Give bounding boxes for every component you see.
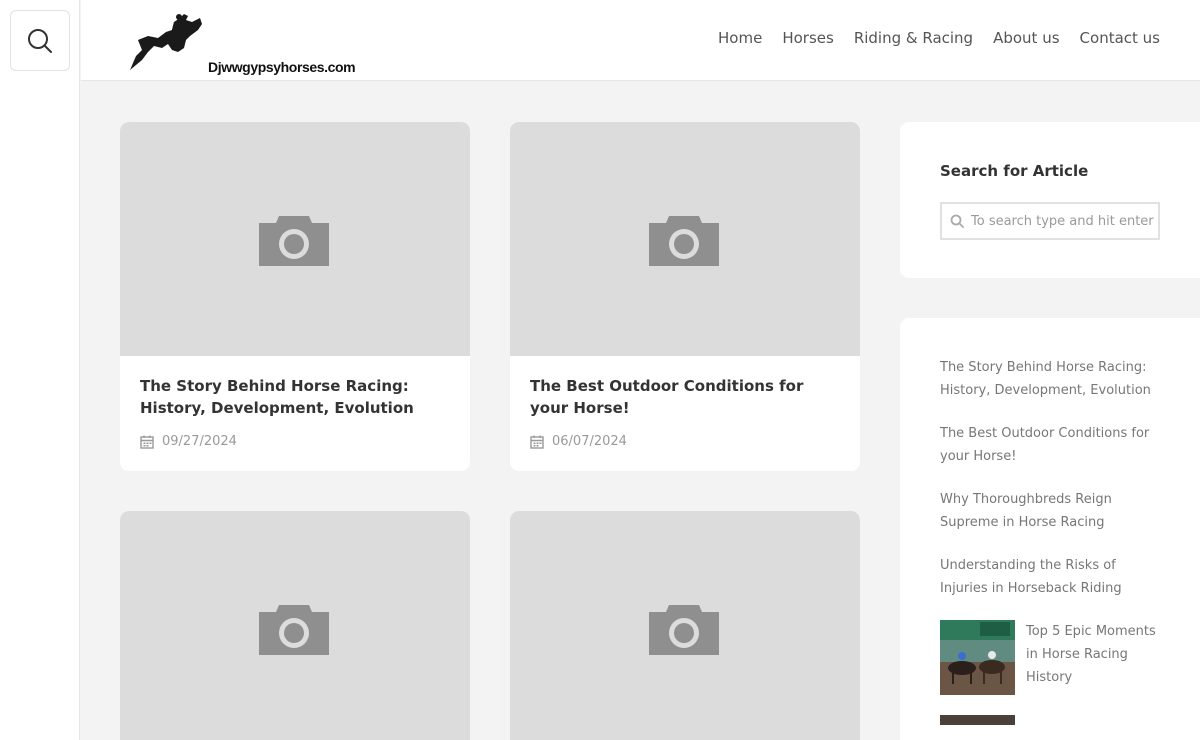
camera-icon	[649, 605, 719, 655]
nav-item-contact-us[interactable]: Contact us	[1080, 28, 1160, 48]
calendar-icon	[140, 435, 154, 449]
calendar-icon	[530, 435, 544, 449]
horse-racing-photo	[940, 620, 1015, 695]
post-thumbnail[interactable]	[120, 511, 470, 740]
camera-icon	[259, 216, 329, 266]
search-icon	[950, 214, 964, 228]
nav-item-about-us[interactable]: About us	[993, 28, 1059, 48]
recent-post-thumbnail[interactable]	[940, 715, 1015, 725]
search-toggle-button[interactable]	[10, 10, 70, 71]
search-field[interactable]	[940, 202, 1160, 240]
post-card[interactable]	[510, 511, 860, 740]
search-widget: Search for Article	[900, 122, 1200, 278]
left-rail	[0, 0, 80, 740]
search-widget-title: Search for Article	[940, 162, 1089, 180]
site-logo[interactable]: Djwwgypsyhorses.com	[128, 10, 356, 75]
post-date: 06/07/2024	[552, 434, 627, 449]
nav-item-home[interactable]: Home	[718, 28, 762, 48]
recent-post-link[interactable]: Top 5 Epic Moments in Horse Racing Histo…	[1026, 620, 1160, 695]
recent-post-link[interactable]: The Best Outdoor Conditions for your Hor…	[940, 422, 1160, 468]
horse-jumper-logo-icon	[130, 14, 202, 70]
nav-item-riding-racing[interactable]: Riding & Racing	[854, 28, 973, 48]
post-meta: 06/07/2024	[530, 434, 840, 449]
search-icon	[28, 28, 52, 53]
search-input[interactable]	[969, 212, 1158, 230]
camera-icon	[649, 216, 719, 266]
recent-posts-widget: The Story Behind Horse Racing: History, …	[900, 318, 1200, 740]
site-logo-text: Djwwgypsyhorses.com	[208, 59, 356, 75]
post-date: 09/27/2024	[162, 434, 237, 449]
main-nav: Home Horses Riding & Racing About us Con…	[698, 28, 1160, 48]
site-header: Djwwgypsyhorses.com Home Horses Riding &…	[81, 0, 1200, 81]
post-title[interactable]: The Best Outdoor Conditions for your Hor…	[530, 375, 840, 419]
recent-posts-list: The Story Behind Horse Racing: History, …	[940, 356, 1160, 725]
camera-icon	[259, 605, 329, 655]
post-card[interactable]	[120, 511, 470, 740]
post-card[interactable]: The Story Behind Horse Racing: History, …	[120, 122, 470, 471]
post-card[interactable]: The Best Outdoor Conditions for your Hor…	[510, 122, 860, 471]
recent-post-link[interactable]: The Story Behind Horse Racing: History, …	[940, 356, 1160, 402]
nav-item-horses[interactable]: Horses	[782, 28, 833, 48]
post-thumbnail[interactable]	[510, 511, 860, 740]
post-title[interactable]: The Story Behind Horse Racing: History, …	[140, 375, 450, 419]
post-meta: 09/27/2024	[140, 434, 450, 449]
recent-post-with-thumbnail[interactable]: Top 5 Epic Moments in Horse Racing Histo…	[940, 620, 1160, 695]
recent-post-link[interactable]: Understanding the Risks of Injuries in H…	[940, 554, 1160, 600]
post-thumbnail[interactable]	[510, 122, 860, 356]
recent-post-link[interactable]: Why Thoroughbreds Reign Supreme in Horse…	[940, 488, 1160, 534]
recent-post-thumbnail[interactable]	[940, 620, 1015, 695]
post-thumbnail[interactable]	[120, 122, 470, 356]
